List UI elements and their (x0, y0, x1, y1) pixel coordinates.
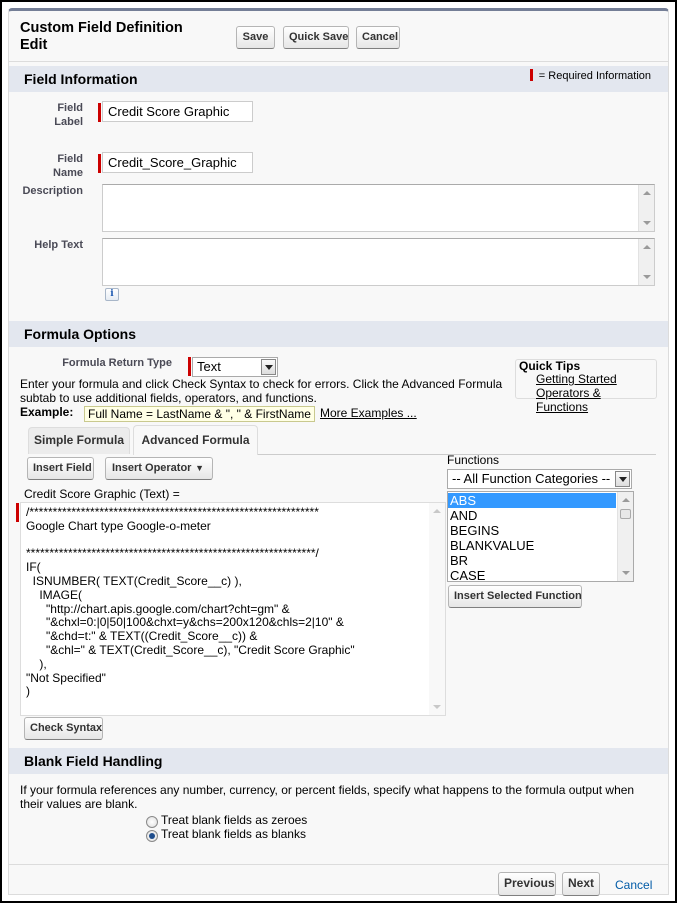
function-item[interactable]: BR (448, 553, 616, 568)
required-marker (16, 503, 19, 522)
formula-header: Credit Score Graphic (Text) = (24, 487, 180, 501)
check-syntax-button[interactable]: Check Syntax (24, 717, 103, 740)
field-information-header: Field Information = Required Information (9, 66, 668, 92)
scroll-thumb[interactable] (620, 509, 631, 519)
scroll-up-icon[interactable] (622, 498, 630, 502)
help-text-textarea[interactable] (102, 238, 655, 286)
formula-editor[interactable]: /***************************************… (20, 502, 446, 716)
functions-list: ABS AND BEGINS BLANKVALUE BR CASE (448, 493, 616, 581)
function-item[interactable]: CASE (448, 568, 616, 581)
scroll-down-icon[interactable] (622, 571, 630, 575)
operators-functions-link[interactable]: Operators & Functions (536, 386, 656, 414)
section-title: Formula Options (24, 326, 136, 342)
scroll-down-icon[interactable] (433, 705, 441, 709)
quick-tips-box: Quick Tips Getting Started Operators & F… (515, 359, 657, 414)
radio-treat-as-zeroes[interactable] (146, 816, 158, 828)
radio-treat-as-blanks[interactable] (146, 830, 158, 842)
field-label-label: Field Label (54, 102, 83, 128)
function-item[interactable]: ABS (448, 493, 616, 508)
description-label: Description (22, 185, 83, 197)
footer-cancel-link[interactable]: Cancel (615, 878, 652, 892)
field-name-input[interactable]: Credit_Score_Graphic (102, 152, 253, 173)
example-label: Example: (20, 405, 74, 419)
scroll-up-icon[interactable] (433, 509, 441, 513)
formula-options-header: Formula Options (9, 321, 668, 347)
formula-instructions: Enter your formula and click Check Synta… (20, 377, 503, 405)
section-title: Blank Field Handling (24, 753, 163, 769)
insert-operator-label: Insert Operator (112, 462, 192, 474)
required-bar-icon (529, 69, 533, 81)
select-value: Text (197, 359, 221, 374)
next-button[interactable]: Next (562, 872, 600, 896)
formula-return-type-select[interactable]: Text (192, 357, 278, 377)
required-marker (98, 154, 101, 173)
scrollbar[interactable] (638, 239, 654, 285)
more-examples-link[interactable]: More Examples ... (320, 406, 417, 420)
edit-panel: Custom Field Definition Edit Save Quick … (8, 8, 669, 896)
help-text-label: Help Text (34, 239, 83, 251)
radio-label-zeroes[interactable]: Treat blank fields as zeroes (161, 813, 307, 827)
page-title: Custom Field Definition Edit (20, 20, 183, 53)
required-legend: = Required Information (529, 69, 651, 82)
insert-selected-function-button[interactable]: Insert Selected Function (448, 585, 582, 608)
field-name-label: Field Name (53, 153, 83, 179)
tab-advanced-formula[interactable]: Advanced Formula (133, 425, 258, 455)
formula-return-type-label: Formula Return Type (62, 357, 172, 369)
formula-text[interactable]: /***************************************… (26, 505, 355, 699)
scroll-up-icon[interactable] (643, 191, 651, 195)
scrollbar[interactable] (617, 492, 633, 581)
quick-tips-title: Quick Tips (519, 359, 581, 373)
description-textarea[interactable] (102, 184, 655, 232)
section-title: Field Information (24, 71, 138, 87)
function-item[interactable]: BEGINS (448, 523, 616, 538)
getting-started-link[interactable]: Getting Started (536, 372, 617, 386)
page-header: Custom Field Definition Edit Save Quick … (9, 11, 668, 62)
insert-field-button[interactable]: Insert Field (27, 457, 94, 480)
info-icon[interactable]: i (105, 288, 119, 301)
radio-label-blanks[interactable]: Treat blank fields as blanks (161, 827, 306, 841)
required-legend-text: = Required Information (538, 70, 651, 82)
chevron-down-icon[interactable] (261, 359, 276, 375)
chevron-down-icon[interactable] (615, 471, 630, 487)
blank-field-handling-header: Blank Field Handling (9, 748, 668, 774)
example-value: Full Name = LastName & ", " & FirstName (84, 406, 315, 422)
footer-divider (9, 864, 668, 865)
cancel-button[interactable]: Cancel (356, 26, 400, 49)
required-marker (188, 357, 191, 376)
tab-simple-formula[interactable]: Simple Formula (28, 427, 130, 454)
field-label-input[interactable]: Credit Score Graphic (102, 101, 253, 122)
functions-label: Functions (447, 453, 500, 467)
scroll-down-icon[interactable] (643, 275, 651, 279)
functions-listbox[interactable]: ABS AND BEGINS BLANKVALUE BR CASE (447, 491, 634, 582)
scroll-down-icon[interactable] (643, 221, 651, 225)
function-item[interactable]: BLANKVALUE (448, 538, 616, 553)
required-marker (98, 103, 101, 122)
scrollbar[interactable] (429, 503, 445, 715)
insert-operator-button[interactable]: Insert Operator ▼ (105, 457, 213, 480)
dropdown-arrow-icon: ▼ (195, 463, 204, 473)
scrollbar[interactable] (638, 185, 654, 231)
function-item[interactable]: AND (448, 508, 616, 523)
save-button[interactable]: Save (236, 26, 275, 49)
scroll-up-icon[interactable] (643, 245, 651, 249)
quick-save-button[interactable]: Quick Save (283, 26, 349, 49)
select-value: -- All Function Categories -- (452, 471, 611, 486)
blank-field-description: If your formula references any number, c… (20, 783, 635, 811)
function-category-select[interactable]: -- All Function Categories -- (447, 469, 632, 489)
previous-button[interactable]: Previous (498, 872, 556, 896)
